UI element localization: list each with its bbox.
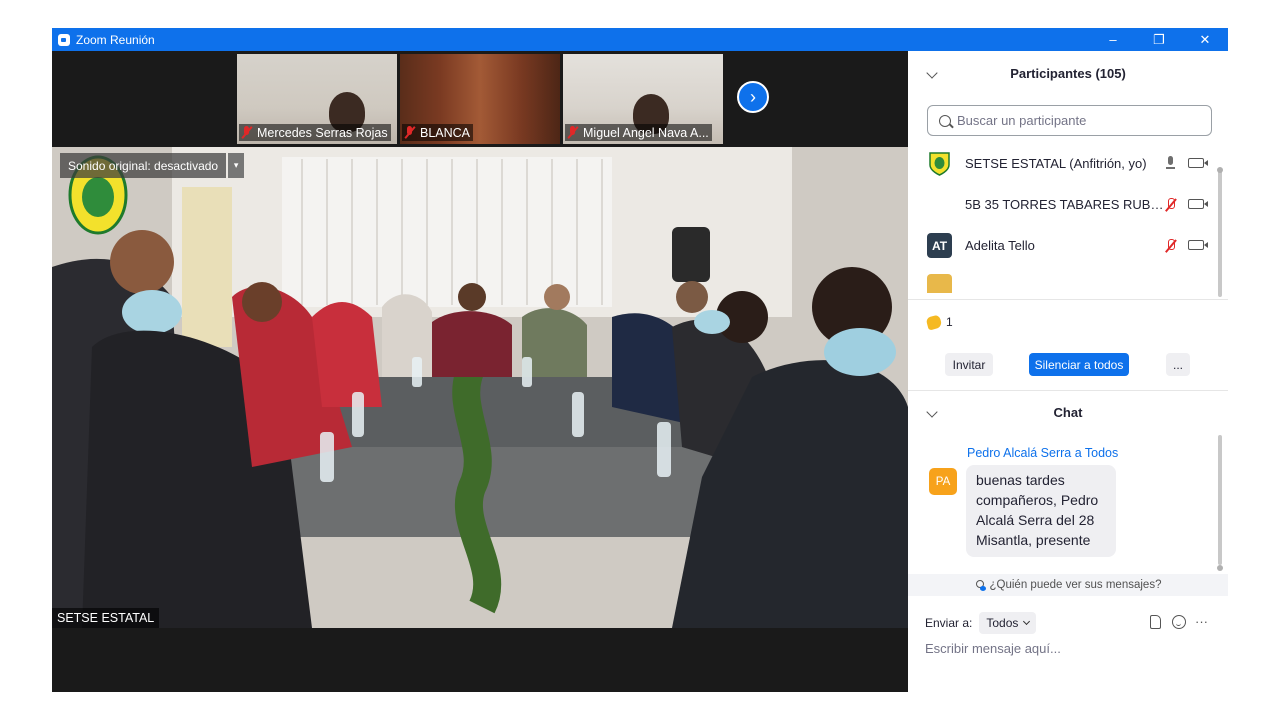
- participant-name: Adelita Tello: [965, 238, 1035, 253]
- scroll-down-icon[interactable]: [1217, 565, 1223, 571]
- side-panel: Participantes (105) Buscar un participan…: [908, 51, 1228, 692]
- participant-avatar: AT: [927, 233, 952, 258]
- chat-header: Chat: [908, 397, 1228, 427]
- thumbnail-name: BLANCA: [420, 125, 471, 140]
- union-logo-avatar: [929, 152, 950, 176]
- recipient-value: Todos: [986, 616, 1019, 630]
- message-sender[interactable]: Pedro Alcalá Serra a Todos: [967, 446, 1118, 460]
- original-sound-label[interactable]: Sonido original: desactivado: [60, 153, 227, 178]
- participant-thumbnail[interactable]: BLANCA: [400, 54, 560, 144]
- who-can-see-label: ¿Quién puede ver sus mensajes?: [989, 579, 1162, 591]
- zoom-window: Zoom Reunión – ❐ ✕ Mercedes Serras Rojas…: [52, 28, 1228, 692]
- collapse-chevron-icon[interactable]: [926, 67, 938, 79]
- window-controls: – ❐ ✕: [1090, 28, 1228, 51]
- mic-icon[interactable]: [1165, 156, 1177, 170]
- video-camera-icon[interactable]: [1188, 240, 1208, 250]
- mute-all-button[interactable]: Silenciar a todos: [1029, 353, 1129, 376]
- participant-thumbnail[interactable]: Mercedes Serras Rojas: [237, 54, 397, 144]
- thumbnail-name: Miguel Angel Nava A...: [583, 125, 709, 140]
- main-video[interactable]: Sonido original: desactivado ▾ SETSE EST…: [52, 147, 908, 628]
- mic-muted-icon: [241, 126, 252, 139]
- participant-row[interactable]: AT Adelita Tello: [908, 225, 1218, 266]
- send-to-row: Enviar a: Todos: [925, 612, 1037, 634]
- search-placeholder: Buscar un participante: [957, 113, 1087, 128]
- chat-message-bubble: buenas tardes compañeros, Pedro Alcalá S…: [966, 465, 1116, 557]
- chevron-down-icon[interactable]: ▾: [228, 153, 245, 178]
- participant-avatar: [927, 274, 952, 293]
- video-camera-icon[interactable]: [1188, 199, 1208, 209]
- divider: [908, 390, 1228, 391]
- participants-title: Participantes (105): [1010, 65, 1126, 81]
- file-icon[interactable]: [1150, 614, 1161, 629]
- window-title: Zoom Reunión: [76, 32, 155, 47]
- emoji-icon[interactable]: [1172, 614, 1186, 629]
- original-sound-indicator[interactable]: Sonido original: desactivado ▾: [60, 153, 245, 178]
- more-icon[interactable]: ···: [1195, 614, 1208, 629]
- thumbnail-label: Miguel Angel Nava A...: [565, 124, 712, 141]
- close-button[interactable]: ✕: [1182, 28, 1228, 51]
- chat-scrollbar[interactable]: [1218, 435, 1222, 565]
- mic-muted-icon[interactable]: [1165, 198, 1177, 212]
- divider: [908, 299, 1228, 300]
- meeting-room-video: [52, 147, 908, 628]
- invite-button[interactable]: Invitar: [945, 353, 993, 376]
- chat-message-input[interactable]: Escribir mensaje aquí...: [925, 641, 1061, 656]
- send-to-label: Enviar a:: [925, 616, 973, 630]
- chevron-right-icon: ›: [750, 86, 756, 107]
- restore-button[interactable]: ❐: [1136, 28, 1182, 51]
- thumbnail-strip: Mercedes Serras Rojas BLANCA Miguel Ange…: [52, 51, 908, 147]
- thumbnail-name: Mercedes Serras Rojas: [257, 125, 388, 140]
- title-bar: Zoom Reunión – ❐ ✕: [52, 28, 1228, 51]
- mic-muted-icon[interactable]: [1165, 239, 1177, 253]
- search-icon: [939, 114, 951, 127]
- who-can-see-link[interactable]: ¿Quién puede ver sus mensajes?: [908, 574, 1228, 596]
- reaction-summary: 1: [925, 313, 953, 331]
- message-avatar: PA: [929, 468, 957, 495]
- mic-muted-icon: [404, 126, 415, 139]
- chat-title: Chat: [1053, 404, 1083, 420]
- mic-muted-icon: [567, 126, 578, 139]
- participant-thumbnail[interactable]: Miguel Angel Nava A...: [563, 54, 723, 144]
- video-camera-icon[interactable]: [1188, 158, 1208, 168]
- participants-header: Participantes (105): [908, 51, 1228, 95]
- chat-toolbar: ···: [1150, 614, 1208, 629]
- participant-row[interactable]: [908, 266, 1218, 293]
- more-options-button[interactable]: ...: [1166, 353, 1190, 376]
- reaction-count: 1: [946, 315, 953, 329]
- participant-list-scrollbar[interactable]: [1218, 169, 1222, 297]
- clapping-hands-icon: [925, 313, 943, 331]
- scroll-up-icon[interactable]: [1217, 167, 1223, 173]
- participant-search-input[interactable]: Buscar un participante: [927, 105, 1212, 136]
- participant-row[interactable]: 5B 35 TORRES TABARES RUBEN ...: [908, 184, 1218, 225]
- video-area: Mercedes Serras Rojas BLANCA Miguel Ange…: [52, 51, 908, 692]
- recipient-dropdown[interactable]: Todos: [979, 612, 1037, 634]
- chevron-down-icon: [1023, 617, 1031, 626]
- minimize-button[interactable]: –: [1090, 28, 1136, 51]
- speaker-name-label: SETSE ESTATAL: [52, 608, 160, 628]
- participant-name: SETSE ESTATAL (Anfitrión, yo): [965, 156, 1147, 171]
- collapse-chevron-icon[interactable]: [926, 406, 938, 418]
- participant-row[interactable]: SETSE ESTATAL (Anfitrión, yo): [908, 143, 1218, 184]
- participant-name: 5B 35 TORRES TABARES RUBEN ...: [965, 197, 1165, 212]
- thumbnail-label: BLANCA: [402, 124, 474, 141]
- person-info-icon: [975, 579, 986, 591]
- thumbnail-label: Mercedes Serras Rojas: [239, 124, 391, 141]
- zoom-app-icon: [58, 33, 70, 46]
- next-page-button[interactable]: ›: [737, 81, 769, 113]
- participant-list: SETSE ESTATAL (Anfitrión, yo) 5B 35 TORR…: [908, 143, 1218, 293]
